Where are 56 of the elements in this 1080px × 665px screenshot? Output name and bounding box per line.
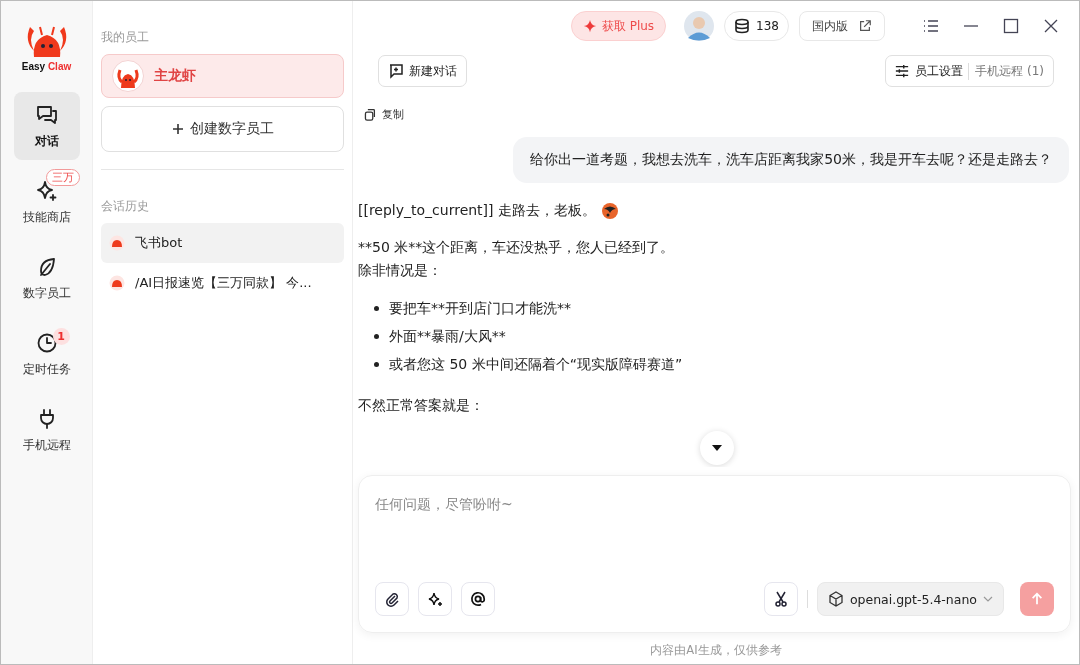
nav-item[interactable]: 1 定时任务 <box>13 320 80 388</box>
caret-down-icon <box>712 445 722 451</box>
chevron-down-icon <box>983 596 993 602</box>
copy-button[interactable]: 复制 <box>363 107 404 122</box>
user-avatar[interactable] <box>684 11 715 41</box>
arrow-up-icon <box>1030 592 1044 606</box>
new-chat-icon <box>388 63 404 79</box>
cube-icon <box>827 591 844 607</box>
model-selector[interactable]: openai.gpt-5.4-nano <box>816 582 1004 616</box>
badge: 1 <box>52 328 70 345</box>
at-sign-icon <box>470 591 486 607</box>
remote-label[interactable]: 手机远程 (1) <box>975 62 1044 80</box>
close-icon[interactable] <box>1043 18 1059 34</box>
lobster-avatar-icon <box>112 60 144 92</box>
copy-icon <box>363 108 376 121</box>
app-logo-text: Easy Claw <box>21 61 72 72</box>
sparkle-icon <box>427 591 443 607</box>
skills-button[interactable] <box>418 582 452 616</box>
attach-button[interactable] <box>375 582 409 616</box>
history-item[interactable]: /AI日报速览【三万同款】 今... <box>101 263 344 303</box>
reply-paragraph: 不然正常答案就是： <box>358 396 484 415</box>
create-employee-button[interactable]: 创建数字员工 <box>101 106 344 152</box>
disclaimer-text: 内容由AI生成，仅供参考 <box>649 643 783 658</box>
scissors-icon <box>772 591 789 607</box>
list-item: 外面**暴雨/大风** <box>389 327 506 346</box>
user-message: 给你出一道考题，我想去洗车，洗车店距离我家50米，我是开车去呢？还是走路去？ <box>513 137 1069 183</box>
employee-item[interactable]: 主龙虾 <box>101 54 344 98</box>
nav-item[interactable]: 数字员工 <box>13 244 80 312</box>
section-heading: 会话历史 <box>101 198 150 215</box>
nav-item[interactable]: 手机远程 <box>13 396 80 464</box>
new-chat-button[interactable]: 新建对话 <box>378 55 467 87</box>
badge: 三万 <box>45 169 80 186</box>
maximize-icon[interactable] <box>1003 18 1019 34</box>
settings-label[interactable]: 员工设置 <box>915 62 970 80</box>
domestic-version-button[interactable]: 国内版 <box>799 11 885 41</box>
sliders-icon <box>895 64 910 78</box>
scroll-down-button[interactable] <box>700 431 734 465</box>
list-item: 或者您这 50 米中间还隔着个“现实版障碍赛道” <box>389 355 683 374</box>
reply-paragraph: 除非情况是： <box>358 261 443 280</box>
coins-icon <box>734 18 751 34</box>
menu-icon[interactable] <box>923 18 939 34</box>
scissors-button[interactable] <box>763 582 798 616</box>
paperclip-icon <box>384 591 400 607</box>
nav-item[interactable]: 对话 <box>13 92 80 160</box>
credits-button[interactable]: 138 <box>724 11 789 41</box>
employee-settings-bar[interactable]: 员工设置 手机远程 (1) <box>885 55 1054 87</box>
history-item[interactable]: 飞书bot <box>101 223 344 263</box>
nav-item[interactable]: 三万 技能商店 <box>13 168 80 236</box>
list-item: 要把车**开到店门口才能洗** <box>389 299 571 318</box>
plus-icon <box>171 123 184 135</box>
external-link-icon <box>858 19 872 33</box>
employee-name: 主龙虾 <box>154 67 196 85</box>
reply-paragraph: [[reply_to_current]] 走路去，老板。 <box>358 201 596 220</box>
reply-paragraph: **50 米**这个距离，车还没热乎，您人已经到了。 <box>358 238 676 257</box>
section-heading: 我的员工 <box>101 29 150 46</box>
mention-button[interactable] <box>461 582 495 616</box>
